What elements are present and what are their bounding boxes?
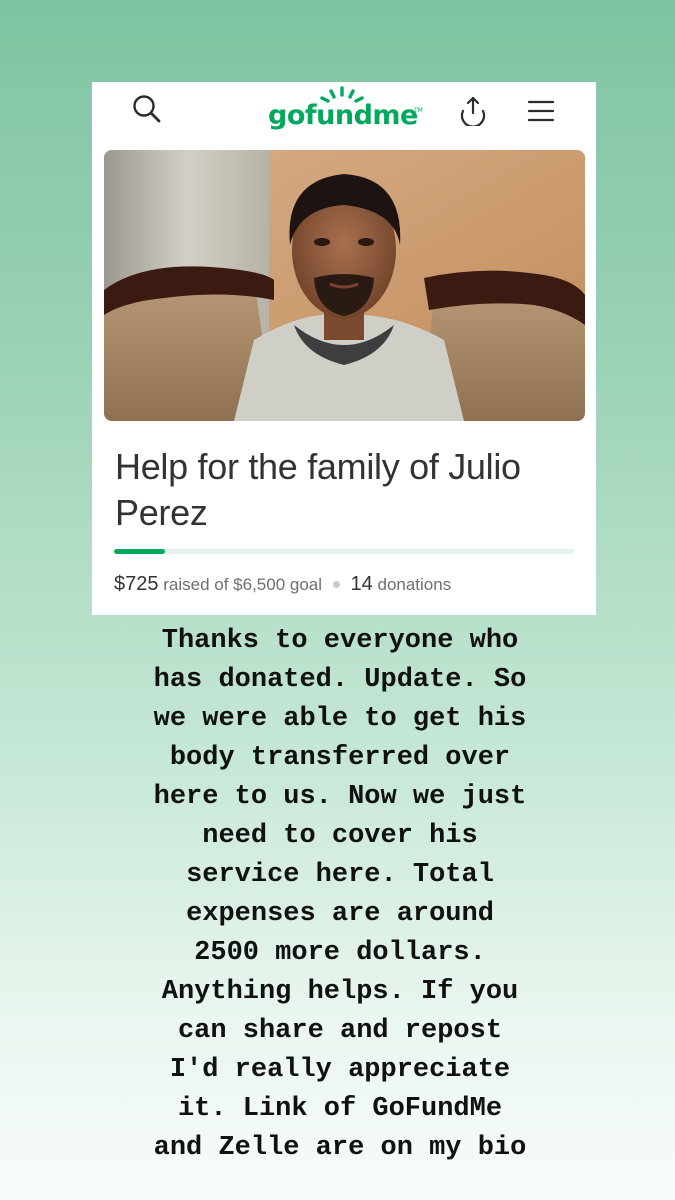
donation-stats: $725 raised of $6,500 goal 14 donations: [114, 573, 451, 596]
caption-line: expenses are around: [186, 899, 494, 929]
caption-line: and Zelle are on my bio: [153, 1133, 527, 1163]
donation-label: donations: [377, 575, 452, 594]
donation-count: 14: [350, 573, 373, 595]
campaign-photo[interactable]: [104, 150, 585, 421]
raised-amount: $725: [114, 573, 159, 595]
caption-line: we were able to get his: [153, 704, 527, 734]
progress-bar: [114, 549, 574, 554]
caption-line: service here. Total: [186, 860, 494, 890]
caption-line: can share and repost: [177, 1016, 503, 1046]
raised-label: raised of $6,500 goal: [163, 575, 323, 594]
logo-text: gofundme: [268, 100, 418, 131]
caption-line: I'd really appreciate: [169, 1055, 511, 1085]
caption-line: it. Link of GoFundMe: [177, 1094, 503, 1124]
gofundme-card: gofundme TM Help for the family of Julio…: [92, 82, 596, 615]
caption-line: 2500 more dollars.: [194, 938, 486, 968]
caption-line: Thanks to everyone who: [161, 626, 519, 656]
gofundme-logo[interactable]: gofundme TM: [268, 86, 423, 138]
caption-line: body transferred over: [169, 743, 511, 773]
caption-line: Anything helps. If you: [161, 977, 519, 1007]
story-caption: Thanks to everyone who has donated. Upda…: [90, 622, 590, 1168]
campaign-photo-image: [104, 150, 585, 421]
logo-trademark: TM: [414, 107, 423, 114]
separator-dot: [332, 580, 340, 588]
search-icon[interactable]: [130, 92, 164, 126]
share-icon[interactable]: [456, 93, 490, 127]
header-bar: gofundme TM: [92, 82, 596, 144]
caption-line: here to us. Now we just: [153, 782, 527, 812]
menu-icon[interactable]: [524, 93, 558, 127]
caption-line: need to cover his: [202, 821, 478, 851]
progress-bar-fill: [114, 549, 165, 554]
campaign-title[interactable]: Help for the family of Julio Perez: [115, 444, 585, 536]
caption-line: has donated. Update. So: [153, 665, 527, 695]
